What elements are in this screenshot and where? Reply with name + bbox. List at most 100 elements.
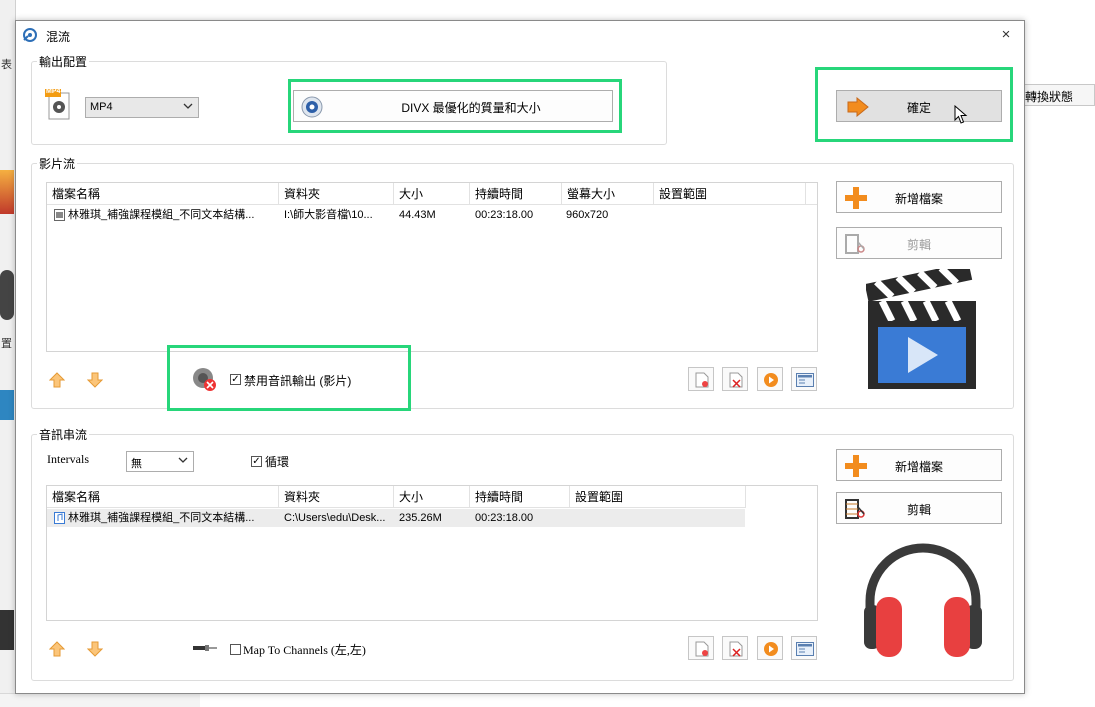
arrow-down-icon	[86, 641, 104, 657]
intervals-label: Intervals	[47, 452, 89, 466]
background-convert-status-button[interactable]: 轉換狀態	[1021, 84, 1095, 106]
size-cell: 235.26M	[399, 512, 442, 524]
audio-play-button[interactable]	[757, 636, 783, 660]
folder-cell: I:\師大影音檔\10...	[284, 209, 373, 221]
play-icon	[764, 642, 778, 656]
confirm-button[interactable]: 確定	[836, 90, 1002, 122]
chevron-down-icon	[183, 103, 193, 109]
remove-file-icon	[729, 641, 743, 657]
background-text-fragment: 置	[1, 338, 12, 350]
audio-file-icon	[54, 512, 65, 524]
file-name-cell: 林雅琪_補強課程模組_不同文本結構...	[68, 512, 255, 524]
divx-gear-icon	[301, 96, 323, 118]
disable-audio-checkbox[interactable]: ✓	[230, 374, 241, 385]
background-film-icon	[0, 610, 14, 650]
loop-checkbox[interactable]: ✓	[251, 456, 262, 467]
video-file-info-button[interactable]	[688, 367, 714, 391]
arrow-down-icon	[86, 372, 104, 388]
table-row[interactable]: 林雅琪_補強課程模組_不同文本結構... I:\師大影音檔\10... 44.4…	[47, 206, 817, 224]
arrow-up-icon	[48, 372, 66, 388]
duration-cell: 00:23:18.00	[475, 209, 534, 221]
screen-size-cell: 960x720	[566, 209, 609, 221]
output-config-label: 輸出配置	[37, 53, 90, 70]
chevron-down-icon	[178, 457, 188, 463]
column-header[interactable]: 資料夾	[279, 183, 394, 205]
video-file-icon	[54, 209, 65, 221]
headphones-icon	[864, 543, 982, 657]
file-info-icon	[695, 641, 709, 657]
audio-stream-label: 音訊串流	[37, 426, 90, 443]
arrow-up-icon	[48, 641, 66, 657]
folder-cell: C:\Users\edu\Desk...	[284, 512, 386, 524]
background-statusbar	[0, 693, 200, 707]
map-channels-checkbox[interactable]	[230, 644, 241, 655]
column-header[interactable]: 持續時間	[470, 183, 562, 205]
disable-audio-label: 禁用音訊輸出 (影片)	[244, 374, 352, 388]
duration-cell: 00:23:18.00	[475, 512, 534, 524]
column-header[interactable]: 檔案名稱	[47, 486, 279, 508]
intervals-select[interactable]: 無	[126, 451, 194, 472]
video-add-file-button[interactable]: 新增檔案	[836, 181, 1002, 213]
close-button[interactable]: ×	[996, 25, 1016, 45]
file-name-cell: 林雅琪_補強課程模組_不同文本結構...	[68, 209, 255, 221]
title-bar: 混流 ×	[16, 21, 1024, 49]
profile-label: DIVX 最優化的質量和大小	[401, 101, 541, 115]
video-clip-button[interactable]: 剪輯	[836, 227, 1002, 259]
clip-label: 剪輯	[906, 503, 931, 517]
background-thumbnail	[0, 170, 14, 214]
mouse-cursor-icon	[954, 105, 968, 124]
background-reel-icon	[0, 270, 14, 320]
mp4-icon-badge: MP4	[46, 88, 61, 95]
mux-dialog: 混流 × 輸出配置 MP4 MP4 DIVX 最優化的質量和大小 確定 影片流 …	[15, 20, 1025, 694]
video-move-down-button[interactable]	[86, 372, 104, 391]
mute-audio-icon	[193, 368, 216, 391]
video-properties-button[interactable]	[791, 367, 817, 391]
audio-add-file-button[interactable]: 新增檔案	[836, 449, 1002, 481]
add-file-label: 新增檔案	[894, 460, 943, 474]
audio-move-up-button[interactable]	[48, 641, 66, 660]
video-remove-file-button[interactable]	[722, 367, 748, 391]
confirm-label: 確定	[906, 101, 931, 115]
column-header[interactable]: 資料夾	[279, 486, 394, 508]
background-window-strip	[0, 0, 16, 707]
clapperboard-icon	[866, 269, 976, 389]
audio-properties-button[interactable]	[791, 636, 817, 660]
table-row[interactable]: 林雅琪_補強課程模組_不同文本結構... C:\Users\edu\Desk..…	[47, 509, 745, 527]
remove-file-icon	[729, 372, 743, 388]
column-header[interactable]: 大小	[394, 486, 470, 508]
audio-jack-icon	[193, 645, 217, 651]
audio-remove-file-button[interactable]	[722, 636, 748, 660]
file-info-icon	[695, 372, 709, 388]
output-format-select[interactable]: MP4	[85, 97, 199, 118]
output-format-value: MP4	[90, 101, 113, 113]
audio-move-down-button[interactable]	[86, 641, 104, 660]
app-logo-icon	[23, 28, 37, 42]
size-cell: 44.43M	[399, 209, 436, 221]
column-header[interactable]: 設置範圍	[570, 486, 746, 508]
properties-card-icon	[796, 642, 814, 656]
header-spacer	[806, 183, 817, 205]
mp4-file-icon: MP4	[45, 88, 73, 121]
loop-label: 循環	[265, 455, 290, 469]
column-header[interactable]: 持續時間	[470, 486, 570, 508]
background-text-fragment: 表	[1, 59, 12, 71]
video-play-button[interactable]	[757, 367, 783, 391]
audio-file-info-button[interactable]	[688, 636, 714, 660]
add-file-label: 新增檔案	[894, 192, 943, 206]
video-move-up-button[interactable]	[48, 372, 66, 391]
properties-card-icon	[796, 373, 814, 387]
intervals-value: 無	[131, 458, 142, 470]
column-header[interactable]: 螢幕大小	[562, 183, 654, 205]
play-icon	[764, 373, 778, 387]
video-stream-label: 影片流	[37, 155, 78, 172]
window-title: 混流	[46, 30, 71, 44]
audio-clip-button[interactable]: 剪輯	[836, 492, 1002, 524]
background-thumbnail	[0, 390, 14, 420]
audio-file-list[interactable]: 檔案名稱 資料夾 大小 持續時間 設置範圍 林雅琪_補強課程模組_不同文本結構.…	[46, 485, 818, 621]
video-file-list[interactable]: 檔案名稱 資料夾 大小 持續時間 螢幕大小 設置範圍 林雅琪_補強課程模組_不同…	[46, 182, 818, 352]
column-header[interactable]: 設置範圍	[654, 183, 806, 205]
clip-label: 剪輯	[906, 238, 931, 252]
column-header[interactable]: 檔案名稱	[47, 183, 279, 205]
profile-button[interactable]: DIVX 最優化的質量和大小	[293, 90, 613, 122]
column-header[interactable]: 大小	[394, 183, 470, 205]
